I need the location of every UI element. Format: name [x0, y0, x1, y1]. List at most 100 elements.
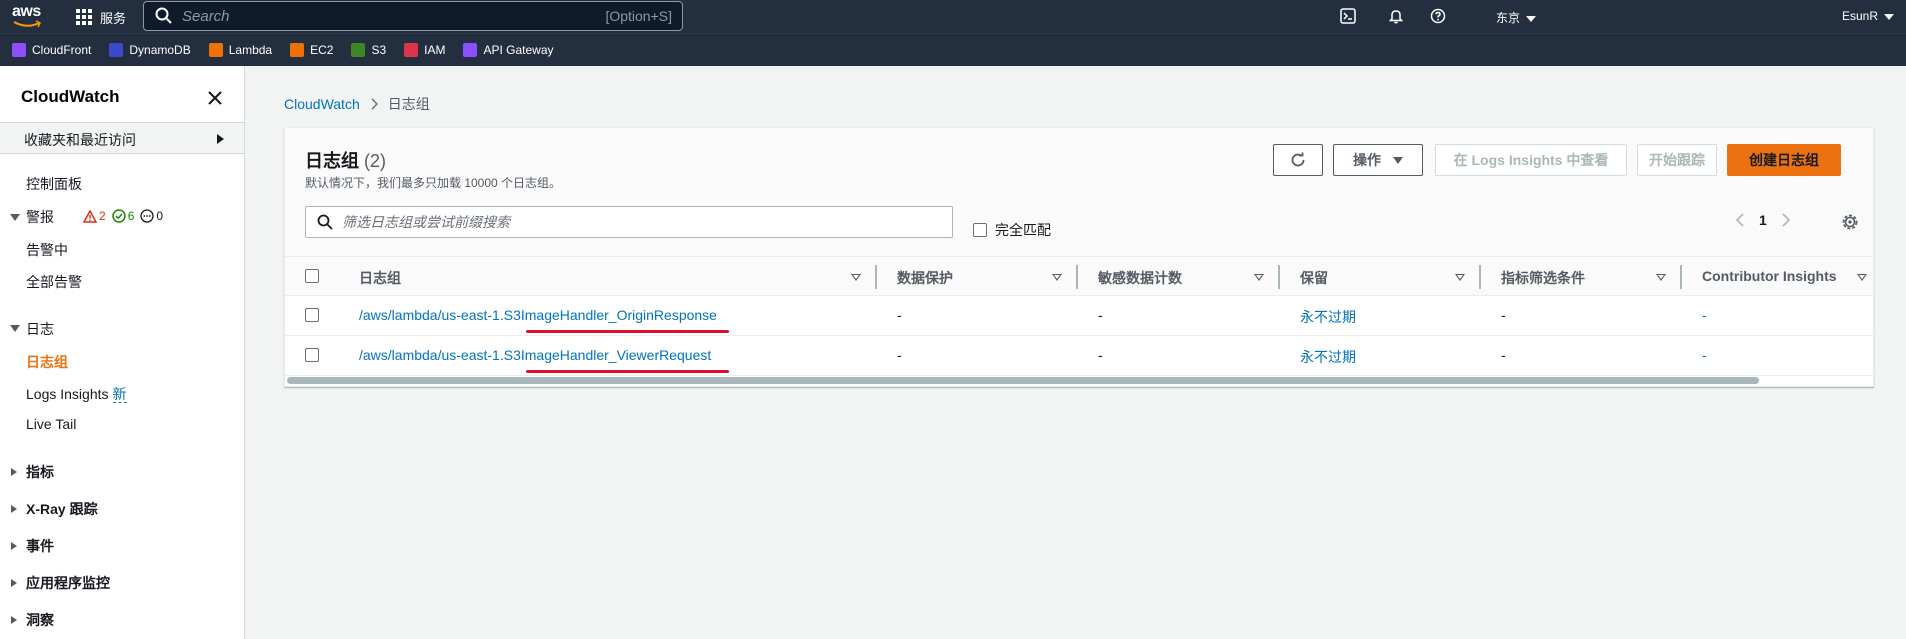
caret-right-icon[interactable] [11, 542, 17, 550]
horizontal-scrollbar[interactable] [287, 377, 1759, 384]
column-header-retention[interactable]: 保留 [1300, 268, 1328, 288]
sidebar-section-logs[interactable]: 日志 [26, 319, 54, 339]
chevron-right-icon[interactable] [1781, 213, 1791, 227]
breadcrumb: CloudWatch 日志组 [284, 94, 430, 114]
row-checkbox[interactable] [305, 308, 319, 322]
breadcrumb-current: 日志组 [387, 96, 430, 112]
bell-icon[interactable] [1385, 5, 1407, 27]
sort-icon[interactable] [851, 274, 861, 281]
caret-down-icon[interactable] [10, 325, 20, 332]
caret-down-icon [1526, 15, 1536, 22]
sort-icon[interactable] [1656, 274, 1666, 281]
gear-icon[interactable] [1840, 212, 1860, 232]
caret-right-icon[interactable] [11, 616, 17, 624]
sidebar-section-insights[interactable]: 洞察 [26, 610, 54, 630]
favorite-label: S3 [371, 43, 387, 57]
search-placeholder: Search [182, 7, 230, 25]
favorite-lambda[interactable]: Lambda [208, 43, 272, 57]
sidebar-item-in-alarm[interactable]: 告警中 [26, 240, 68, 260]
column-header-contributor-insights[interactable]: Contributor Insights [1702, 268, 1837, 284]
refresh-button[interactable] [1273, 144, 1323, 176]
page-number[interactable]: 1 [1759, 212, 1767, 228]
column-divider[interactable] [1076, 265, 1078, 289]
sidebar-item-all-alarms[interactable]: 全部告警 [26, 272, 82, 292]
favorite-ec2[interactable]: EC2 [290, 43, 333, 57]
table-row[interactable]: /aws/lambda/us-east-1.S3ImageHandler_Ori… [285, 296, 1873, 336]
sidebar-section-alarms[interactable]: 警报 [26, 207, 54, 227]
filter-input[interactable]: 筛选日志组或尝试前缀搜索 [305, 206, 953, 238]
caret-right-icon[interactable] [11, 579, 17, 587]
caret-down-icon[interactable] [10, 214, 20, 221]
contributor-insights-link[interactable]: - [1702, 347, 1707, 363]
aws-logo-text: aws [12, 3, 41, 20]
caret-right-icon[interactable] [11, 505, 17, 513]
column-header-log-group[interactable]: 日志组 [359, 268, 401, 288]
table-row[interactable]: /aws/lambda/us-east-1.S3ImageHandler_Vie… [285, 336, 1873, 376]
sidebar-favorites-toggle[interactable]: 收藏夹和最近访问 [0, 122, 244, 154]
favorite-s3[interactable]: S3 [351, 43, 386, 57]
alarm-count-insufficient[interactable]: 0 [140, 209, 163, 223]
chevron-left-icon[interactable] [1735, 213, 1745, 227]
breadcrumb-cloudwatch[interactable]: CloudWatch [284, 96, 360, 112]
column-header-data-protection[interactable]: 数据保护 [897, 268, 953, 288]
sidebar-title: CloudWatch [21, 87, 120, 106]
alarm-count-ok[interactable]: 6 [111, 209, 134, 223]
favorite-iam[interactable]: IAM [404, 43, 445, 57]
retention-link[interactable]: 永不过期 [1300, 347, 1356, 367]
exact-match-option[interactable]: 完全匹配 [973, 220, 1051, 240]
column-header-sensitive-count[interactable]: 敏感数据计数 [1098, 268, 1182, 288]
services-menu-button[interactable]: 服务 [76, 6, 126, 28]
search-input[interactable]: Search [Option+S] [143, 1, 683, 31]
favorite-dynamodb[interactable]: DynamoDB [109, 43, 191, 57]
lambda-icon [208, 43, 223, 57]
region-selector[interactable]: 东京 [1496, 9, 1536, 26]
sort-icon[interactable] [1254, 274, 1264, 281]
sidebar-section-xray[interactable]: X-Ray 跟踪 [26, 499, 98, 519]
account-menu[interactable]: EsunR [1842, 9, 1894, 23]
dynamodb-icon [109, 43, 124, 57]
create-log-group-button[interactable]: 创建日志组 [1727, 144, 1841, 176]
sidebar-section-metrics[interactable]: 指标 [26, 462, 54, 482]
sort-icon[interactable] [1857, 274, 1867, 281]
favorite-cloudfront[interactable]: CloudFront [12, 43, 91, 57]
sidebar-item-logs-insights[interactable]: Logs Insights 新 [26, 384, 127, 404]
start-tailing-button[interactable]: 开始跟踪 [1637, 144, 1717, 176]
sidebar-section-events[interactable]: 事件 [26, 536, 54, 556]
cloudshell-icon[interactable] [1337, 5, 1359, 27]
favorite-label: CloudFront [32, 43, 92, 57]
search-icon [155, 7, 172, 24]
sensitive-count-cell: - [1098, 347, 1103, 363]
sidebar-item-log-groups[interactable]: 日志组 [26, 352, 68, 372]
sidebar-item-dashboard[interactable]: 控制面板 [26, 174, 82, 194]
aws-logo[interactable]: aws [12, 3, 46, 29]
region-label: 东京 [1495, 11, 1520, 25]
retention-link[interactable]: 永不过期 [1300, 307, 1356, 327]
log-group-link[interactable]: /aws/lambda/us-east-1.S3ImageHandler_Vie… [359, 347, 711, 363]
panel-count: (2) [364, 151, 387, 171]
column-divider[interactable] [1479, 265, 1481, 289]
sort-icon[interactable] [1455, 274, 1465, 281]
view-in-logs-insights-button[interactable]: 在 Logs Insights 中查看 [1435, 144, 1627, 176]
log-group-link[interactable]: /aws/lambda/us-east-1.S3ImageHandler_Ori… [359, 307, 717, 323]
column-divider[interactable] [1680, 265, 1682, 289]
actions-dropdown[interactable]: 操作 [1333, 144, 1423, 176]
help-icon[interactable] [1427, 5, 1449, 27]
column-header-metric-filters[interactable]: 指标筛选条件 [1501, 268, 1585, 288]
logs-insights-label: Logs Insights [26, 386, 109, 402]
row-checkbox[interactable] [305, 348, 319, 362]
sidebar-section-app-monitoring[interactable]: 应用程序监控 [26, 573, 110, 593]
new-badge[interactable]: 新 [112, 386, 127, 403]
select-all-checkbox[interactable] [305, 269, 319, 283]
sidebar-item-live-tail[interactable]: Live Tail [26, 416, 76, 432]
favorite-api-gateway[interactable]: API Gateway [463, 43, 554, 57]
alarm-count-in-alarm[interactable]: 2 [83, 209, 106, 223]
chevron-right-icon [371, 98, 378, 110]
filter-placeholder: 筛选日志组或尝试前缀搜索 [342, 214, 510, 230]
close-icon[interactable] [205, 88, 225, 108]
column-divider[interactable] [1278, 265, 1280, 289]
sort-icon[interactable] [1052, 274, 1062, 281]
column-divider[interactable] [875, 265, 877, 289]
caret-right-icon[interactable] [11, 468, 17, 476]
contributor-insights-link[interactable]: - [1702, 307, 1707, 323]
exact-match-checkbox[interactable] [973, 223, 987, 237]
